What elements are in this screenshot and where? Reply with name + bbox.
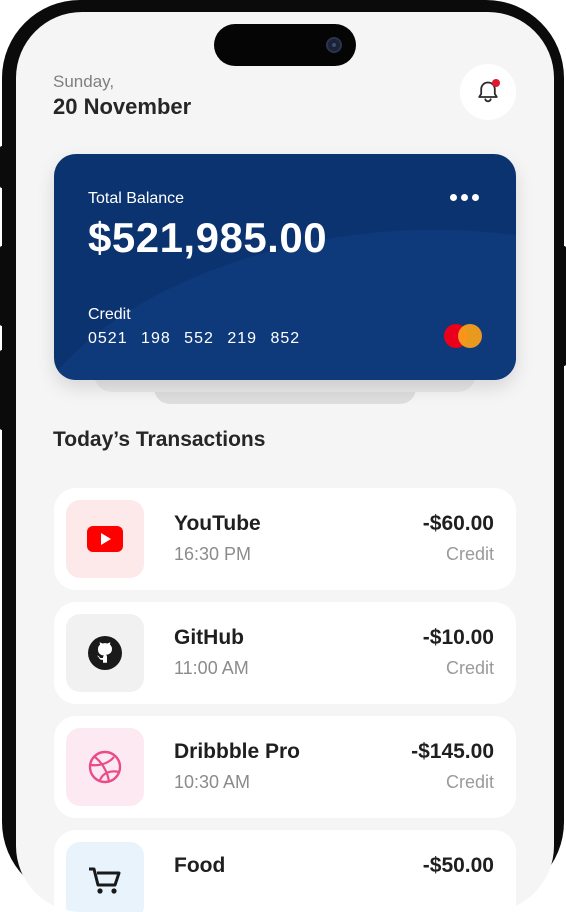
- transaction-name: Food: [174, 854, 226, 877]
- transaction-list: YouTube 16:30 PM -$60.00 Credit GitHub 1…: [54, 488, 516, 912]
- cart-icon: [89, 867, 121, 894]
- transaction-item[interactable]: YouTube 16:30 PM -$60.00 Credit: [54, 488, 516, 590]
- camera-icon: [326, 37, 342, 53]
- date-day: Sunday,: [53, 72, 115, 91]
- transaction-type: Credit: [445, 544, 494, 564]
- card-type: Credit: [88, 306, 131, 323]
- transaction-name: GitHub: [174, 626, 244, 649]
- transaction-item[interactable]: Food -$50.00: [54, 830, 516, 912]
- transaction-name: YouTube: [174, 512, 261, 535]
- transaction-time: 11:00 AM: [174, 658, 249, 678]
- balance-label: Total Balance: [88, 190, 185, 207]
- transaction-amount: -$145.00: [411, 740, 494, 763]
- dribbble-icon: [88, 750, 122, 784]
- section-title: Today’s Transactions: [53, 428, 266, 451]
- balance-card[interactable]: Total Balance $521,985.00 Credit 0521 19…: [54, 154, 516, 380]
- transaction-time: 10:30 AM: [174, 772, 251, 792]
- transaction-type: Credit: [445, 658, 494, 678]
- balance-amount: $521,985.00: [88, 214, 328, 261]
- date-full: 20 November: [53, 94, 192, 119]
- screen: Sunday, 20 November Total Balance $521,9…: [16, 12, 554, 912]
- github-icon-box: [66, 614, 144, 692]
- github-icon: [88, 636, 122, 670]
- dynamic-island: [214, 24, 356, 66]
- youtube-icon-box: [66, 500, 144, 578]
- youtube-icon: [87, 526, 123, 552]
- transaction-item[interactable]: Dribbble Pro 10:30 AM -$145.00 Credit: [54, 716, 516, 818]
- card-number: 0521 198 552 219 852: [88, 330, 301, 347]
- cart-icon-box: [66, 842, 144, 912]
- transaction-amount: -$10.00: [422, 626, 494, 649]
- notification-button[interactable]: [460, 64, 516, 120]
- transaction-time: 16:30 PM: [174, 544, 252, 564]
- more-options-icon[interactable]: [450, 190, 479, 204]
- transaction-type: Credit: [445, 772, 494, 792]
- transaction-amount: -$60.00: [422, 512, 494, 535]
- phone-frame: Sunday, 20 November Total Balance $521,9…: [2, 0, 564, 912]
- transaction-name: Dribbble Pro: [174, 740, 301, 763]
- notification-dot: [492, 79, 500, 87]
- transaction-amount: -$50.00: [422, 854, 494, 877]
- transaction-item[interactable]: GitHub 11:00 AM -$10.00 Credit: [54, 602, 516, 704]
- mastercard-icon: [444, 324, 484, 348]
- dribbble-icon-box: [66, 728, 144, 806]
